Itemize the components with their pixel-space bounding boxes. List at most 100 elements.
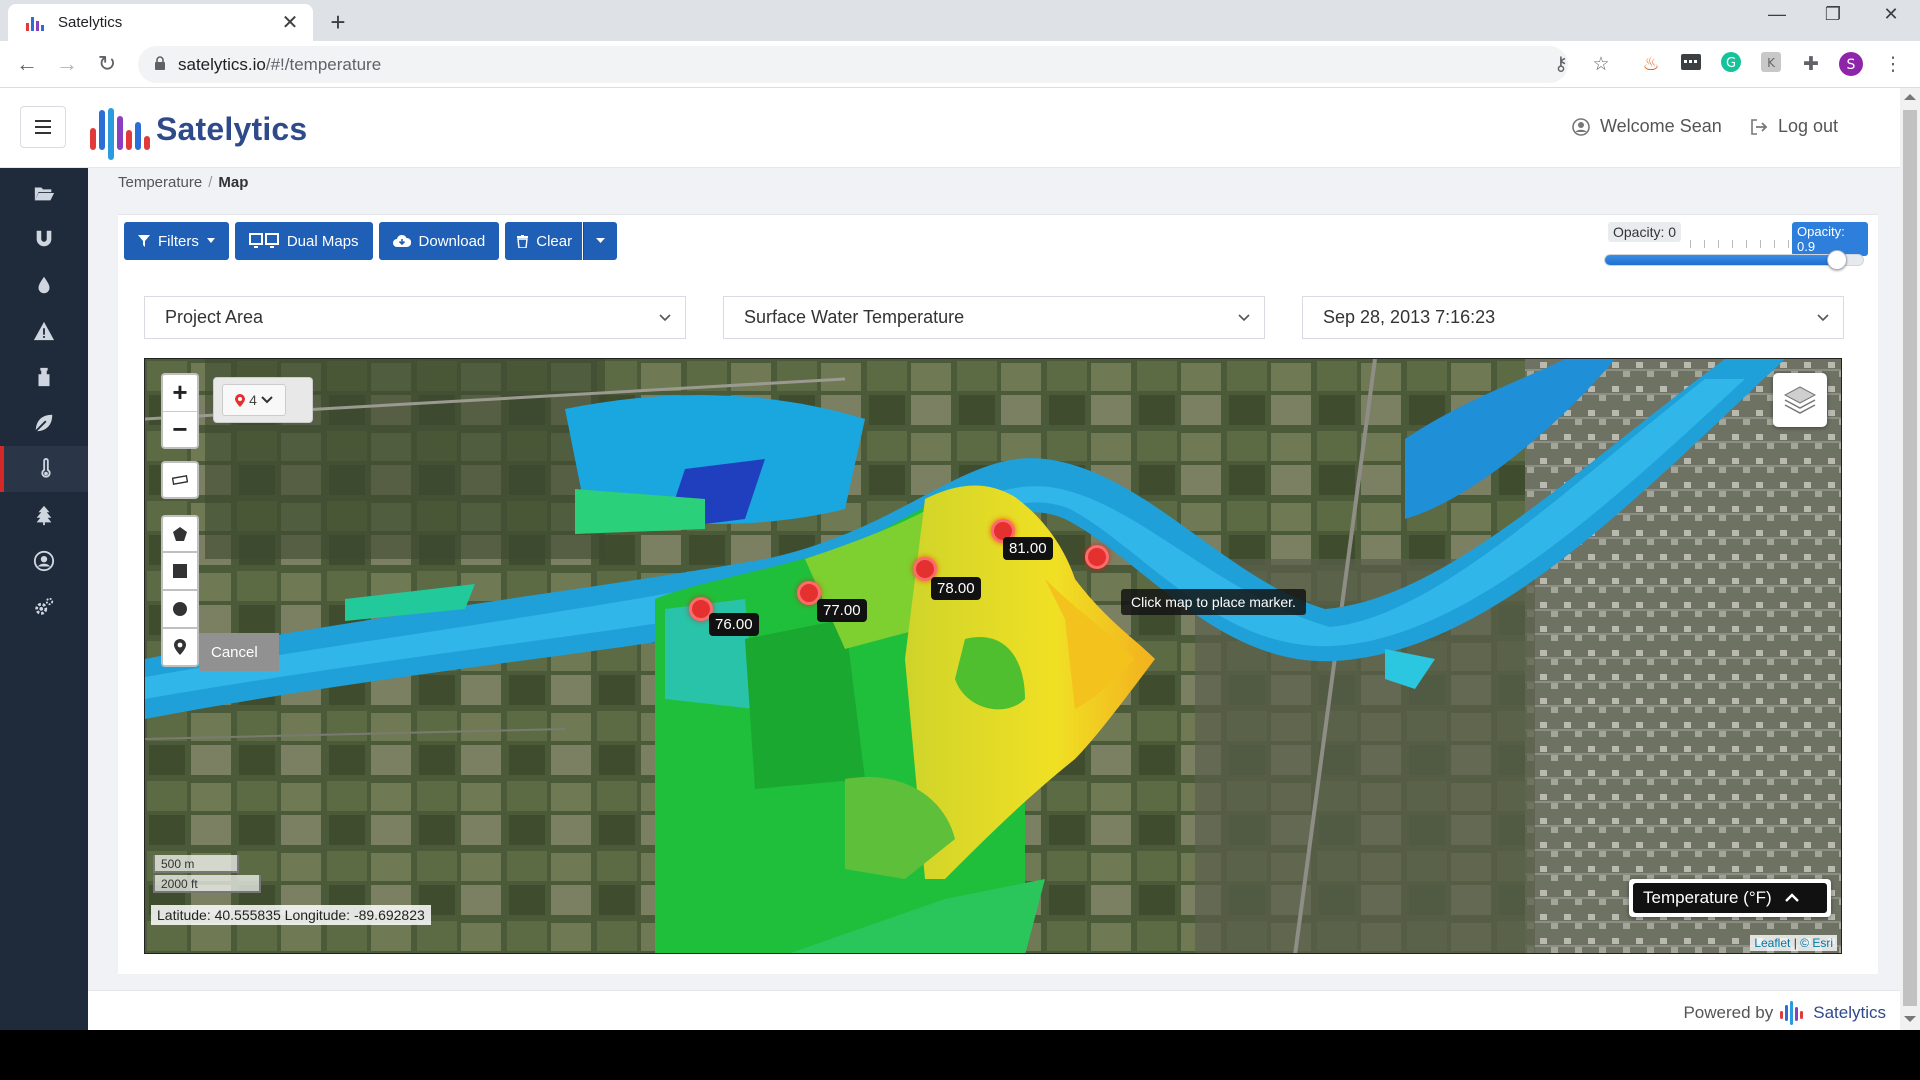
grammarly-icon[interactable]: G [1718, 52, 1744, 78]
svg-text:S: S [1847, 57, 1856, 73]
warning-icon [33, 321, 55, 341]
zoom-out-button[interactable]: − [163, 411, 197, 447]
datetime-select[interactable]: Sep 28, 2013 7:16:23 [1302, 296, 1844, 339]
close-window-icon[interactable]: ✕ [1868, 4, 1914, 25]
user-circle-icon [1572, 117, 1590, 136]
drop-icon [38, 276, 50, 294]
cogs-icon [35, 597, 54, 615]
sidebar-item-water[interactable] [0, 262, 88, 308]
clear-dropdown-toggle[interactable] [583, 222, 618, 260]
magnet-icon [36, 230, 52, 247]
square-icon [173, 564, 187, 578]
esri-link[interactable]: © Esri [1800, 936, 1833, 950]
pending-marker[interactable] [1085, 545, 1109, 569]
draw-circle-button[interactable] [161, 591, 199, 629]
leaf-icon [35, 414, 53, 432]
map-toolbar: Filters Dual Maps Download Clear [124, 222, 618, 260]
filter-icon [138, 235, 150, 247]
thermometer-icon [41, 458, 51, 478]
restore-window-icon[interactable]: ❐ [1810, 4, 1856, 25]
bookmark-star-icon[interactable]: ☆ [1588, 52, 1614, 78]
key-icon[interactable]: ⚷ [1548, 52, 1574, 78]
breadcrumb-parent[interactable]: Temperature [118, 174, 202, 191]
close-tab-icon[interactable]: ✕ [279, 10, 301, 35]
measure-ruler-button[interactable] [161, 461, 199, 499]
opacity-min-label: Opacity: 0 [1608, 222, 1682, 242]
map-pin-icon [235, 393, 246, 407]
cancel-drawing-button[interactable]: Cancel [199, 633, 279, 671]
scrollbar-thumb[interactable] [1903, 110, 1917, 1006]
logout-link[interactable]: Log out [1750, 116, 1838, 137]
tab-title: Satelytics [58, 14, 123, 31]
logout-text: Log out [1778, 116, 1839, 136]
layers-control-button[interactable] [1773, 373, 1827, 427]
clear-button[interactable]: Clear [505, 222, 583, 260]
sidebar-item-vegetation[interactable] [0, 400, 88, 446]
address-bar-row: ← → ↻ satelytics.io/#!/temperature ⚷ ☆ ♨… [0, 41, 1920, 88]
welcome-user[interactable]: Welcome Sean [1572, 116, 1722, 137]
new-tab-icon[interactable]: + [324, 7, 352, 38]
page-footer: Powered by Satelytics [88, 990, 1900, 1030]
marker-value-label: 78.00 [931, 577, 981, 600]
back-arrow-icon[interactable]: ← [12, 50, 42, 80]
marker-count-selector[interactable]: 4 [213, 377, 313, 423]
reload-icon[interactable]: ↻ [92, 50, 122, 80]
cursor-coordinates: Latitude: 40.555835 Longitude: -89.69282… [151, 905, 431, 925]
satelytics-logo[interactable]: Satelytics [88, 98, 307, 160]
extension-dashboard-icon[interactable] [1678, 52, 1704, 78]
caret-down-icon [596, 238, 606, 243]
welcome-text: Welcome Sean [1600, 116, 1722, 136]
opacity-slider[interactable]: Opacity: 0 Opacity: 0.9 [1600, 222, 1868, 272]
folder-open-icon [34, 187, 55, 201]
temperature-legend-toggle[interactable]: Temperature (°F) [1629, 879, 1831, 917]
sidebar-item-chemistry[interactable] [0, 354, 88, 400]
svg-text:K: K [1767, 56, 1776, 70]
flask-icon [38, 367, 50, 387]
temperature-map[interactable]: + − 4 Cancel 76.00 77.00 78.00 81.00 Cli… [144, 358, 1842, 954]
draw-polygon-button[interactable] [161, 515, 199, 553]
browser-menu-icon[interactable]: ⋮ [1880, 52, 1906, 78]
footer-brand: Satelytics [1813, 1003, 1886, 1022]
cloud-download-icon [392, 234, 411, 247]
scale-bar-imperial: 2000 ft [153, 875, 261, 893]
page-scrollbar[interactable] [1900, 88, 1920, 1030]
profile-avatar-icon[interactable]: S [1838, 52, 1864, 78]
zoom-in-button[interactable]: + [163, 375, 197, 411]
chevron-down-icon [659, 314, 671, 322]
sidebar-item-settings[interactable] [0, 584, 88, 630]
sidebar-item-alerts[interactable] [0, 308, 88, 354]
leaflet-link[interactable]: Leaflet [1754, 936, 1790, 950]
url-bar[interactable]: satelytics.io/#!/temperature [138, 46, 1568, 83]
minimize-window-icon[interactable]: — [1754, 4, 1800, 25]
download-button[interactable]: Download [378, 222, 500, 260]
chevron-down-icon [1238, 314, 1250, 322]
place-marker-tooltip: Click map to place marker. [1121, 589, 1306, 615]
place-marker-button[interactable] [161, 629, 199, 667]
trash-icon [517, 234, 529, 248]
opacity-handle[interactable] [1827, 250, 1848, 270]
scroll-up-arrow-icon[interactable] [1904, 94, 1916, 100]
sidebar-item-projects[interactable] [0, 170, 88, 216]
sidebar-item-temperature[interactable] [0, 446, 88, 492]
measure-select[interactable]: Surface Water Temperature [723, 296, 1265, 339]
browser-tab-strip: Satelytics ✕ + — ❐ ✕ [0, 0, 1920, 41]
sidebar-item-account[interactable] [0, 538, 88, 584]
opacity-track[interactable] [1604, 250, 1864, 270]
sidebar-item-forestry[interactable] [0, 492, 88, 538]
project-area-select[interactable]: Project Area [144, 296, 686, 339]
scroll-down-arrow-icon[interactable] [1904, 1016, 1916, 1022]
brand-name: Satelytics [156, 110, 308, 147]
app-header: Satelytics Welcome Sean Log out [0, 88, 1900, 168]
sidebar-item-magnet[interactable] [0, 216, 88, 262]
extension-flame-icon[interactable]: ♨ [1638, 52, 1664, 78]
browser-tab[interactable]: Satelytics ✕ [8, 4, 313, 41]
draw-rectangle-button[interactable] [161, 553, 199, 591]
forward-arrow-icon[interactable]: → [52, 50, 82, 80]
filters-button[interactable]: Filters [124, 222, 229, 260]
breadcrumb: Temperature / Map [118, 174, 249, 191]
extension-k-icon[interactable]: K [1758, 52, 1784, 78]
url-path: /#!/temperature [265, 55, 382, 74]
extensions-puzzle-icon[interactable]: ✚ [1798, 52, 1824, 78]
dual-maps-button[interactable]: Dual Maps [234, 222, 373, 260]
hamburger-menu-icon[interactable] [20, 106, 66, 148]
